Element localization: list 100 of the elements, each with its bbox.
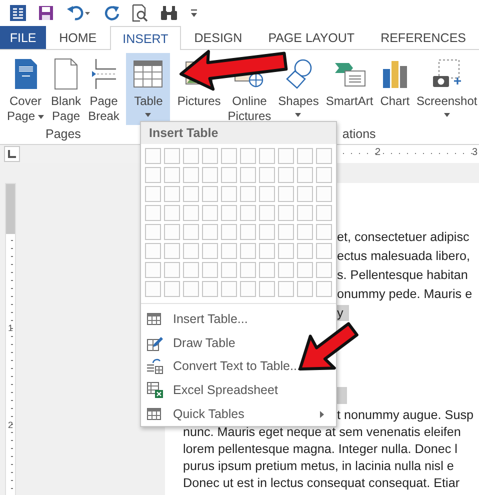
ribbon-tab[interactable]: INSERT <box>110 26 182 50</box>
grid-cell[interactable] <box>240 167 256 183</box>
ribbon-button[interactable]: Shapes <box>275 53 322 125</box>
grid-cell[interactable] <box>278 281 294 297</box>
grid-cell[interactable] <box>259 167 275 183</box>
tab-selector-icon[interactable] <box>4 146 20 162</box>
grid-cell[interactable] <box>259 205 275 221</box>
grid-cell[interactable] <box>145 186 161 202</box>
grid-cell[interactable] <box>202 167 218 183</box>
grid-cell[interactable] <box>297 148 313 164</box>
grid-cell[interactable] <box>240 205 256 221</box>
grid-cell[interactable] <box>316 224 332 240</box>
grid-cell[interactable] <box>278 205 294 221</box>
grid-cell[interactable] <box>202 243 218 259</box>
grid-cell[interactable] <box>221 262 237 278</box>
grid-cell[interactable] <box>202 262 218 278</box>
grid-cell[interactable] <box>240 243 256 259</box>
grid-cell[interactable] <box>221 224 237 240</box>
grid-cell[interactable] <box>145 205 161 221</box>
ribbon-tab[interactable]: HOME <box>46 26 110 49</box>
grid-cell[interactable] <box>164 186 180 202</box>
grid-cell[interactable] <box>278 148 294 164</box>
grid-cell[interactable] <box>145 262 161 278</box>
grid-cell[interactable] <box>202 205 218 221</box>
grid-cell[interactable] <box>240 262 256 278</box>
grid-cell[interactable] <box>278 167 294 183</box>
grid-cell[interactable] <box>240 224 256 240</box>
grid-cell[interactable] <box>183 243 199 259</box>
grid-cell[interactable] <box>183 205 199 221</box>
menu-item[interactable]: Excel Spreadsheet <box>141 378 282 402</box>
grid-cell[interactable] <box>259 186 275 202</box>
grid-cell[interactable] <box>259 148 275 164</box>
ribbon-tab[interactable]: REFERENCES <box>368 26 479 49</box>
grid-cell[interactable] <box>145 148 161 164</box>
grid-cell[interactable] <box>221 186 237 202</box>
grid-cell[interactable] <box>240 148 256 164</box>
grid-cell[interactable] <box>278 186 294 202</box>
ribbon-button[interactable]: Blank Page <box>48 53 84 125</box>
grid-cell[interactable] <box>221 148 237 164</box>
grid-cell[interactable] <box>202 186 218 202</box>
grid-cell[interactable] <box>145 243 161 259</box>
grid-cell[interactable] <box>183 262 199 278</box>
save-icon[interactable] <box>38 5 54 21</box>
ribbon-button[interactable]: Cover Page <box>4 53 48 125</box>
grid-cell[interactable] <box>297 262 313 278</box>
grid-cell[interactable] <box>278 262 294 278</box>
grid-cell[interactable] <box>164 148 180 164</box>
grid-cell[interactable] <box>164 167 180 183</box>
grid-cell[interactable] <box>316 243 332 259</box>
ribbon-tab[interactable]: FILE <box>0 26 46 49</box>
grid-cell[interactable] <box>145 281 161 297</box>
print-preview-icon[interactable] <box>132 4 148 22</box>
grid-cell[interactable] <box>316 262 332 278</box>
grid-cell[interactable] <box>183 148 199 164</box>
menu-item[interactable]: Draw Table <box>141 330 240 355</box>
grid-cell[interactable] <box>297 224 313 240</box>
undo-icon[interactable] <box>66 5 92 21</box>
grid-cell[interactable] <box>316 148 332 164</box>
grid-cell[interactable] <box>164 262 180 278</box>
grid-cell[interactable] <box>316 205 332 221</box>
repeat-icon[interactable] <box>104 5 120 21</box>
grid-cell[interactable] <box>259 243 275 259</box>
grid-cell[interactable] <box>259 224 275 240</box>
grid-cell[interactable] <box>145 224 161 240</box>
grid-cell[interactable] <box>221 243 237 259</box>
binoculars-icon[interactable] <box>160 5 178 21</box>
ribbon-button[interactable]: Table <box>126 53 170 125</box>
grid-cell[interactable] <box>278 243 294 259</box>
grid-cell[interactable] <box>316 281 332 297</box>
ribbon-button[interactable]: SmartArt <box>322 53 376 125</box>
grid-cell[interactable] <box>316 186 332 202</box>
grid-cell[interactable] <box>221 281 237 297</box>
ribbon-tab[interactable]: PAGE LAYOUT <box>255 26 368 49</box>
grid-cell[interactable] <box>240 186 256 202</box>
grid-cell[interactable] <box>183 281 199 297</box>
ribbon-button[interactable]: Chart <box>377 53 413 125</box>
grid-cell[interactable] <box>145 167 161 183</box>
customize-caret-icon[interactable] <box>190 8 198 18</box>
grid-cell[interactable] <box>297 205 313 221</box>
grid-cell[interactable] <box>164 224 180 240</box>
grid-cell[interactable] <box>164 205 180 221</box>
menu-item[interactable]: Convert Text to Table... <box>141 354 304 378</box>
grid-cell[interactable] <box>183 167 199 183</box>
grid-cell[interactable] <box>164 243 180 259</box>
grid-cell[interactable] <box>259 262 275 278</box>
menu-item[interactable]: Insert Table... <box>141 306 252 331</box>
grid-cell[interactable] <box>240 281 256 297</box>
grid-cell[interactable] <box>202 281 218 297</box>
grid-cell[interactable] <box>297 243 313 259</box>
grid-cell[interactable] <box>202 224 218 240</box>
grid-cell[interactable] <box>259 281 275 297</box>
menu-item[interactable]: Quick Tables <box>141 402 336 426</box>
ribbon-tab[interactable]: DESIGN <box>181 26 256 49</box>
grid-cell[interactable] <box>297 186 313 202</box>
grid-cell[interactable] <box>297 167 313 183</box>
grid-cell[interactable] <box>278 224 294 240</box>
grid-cell[interactable] <box>316 167 332 183</box>
ribbon-button[interactable]: Page Break <box>85 53 122 125</box>
grid-cell[interactable] <box>221 205 237 221</box>
ribbon-button[interactable]: Screenshot <box>414 53 479 125</box>
